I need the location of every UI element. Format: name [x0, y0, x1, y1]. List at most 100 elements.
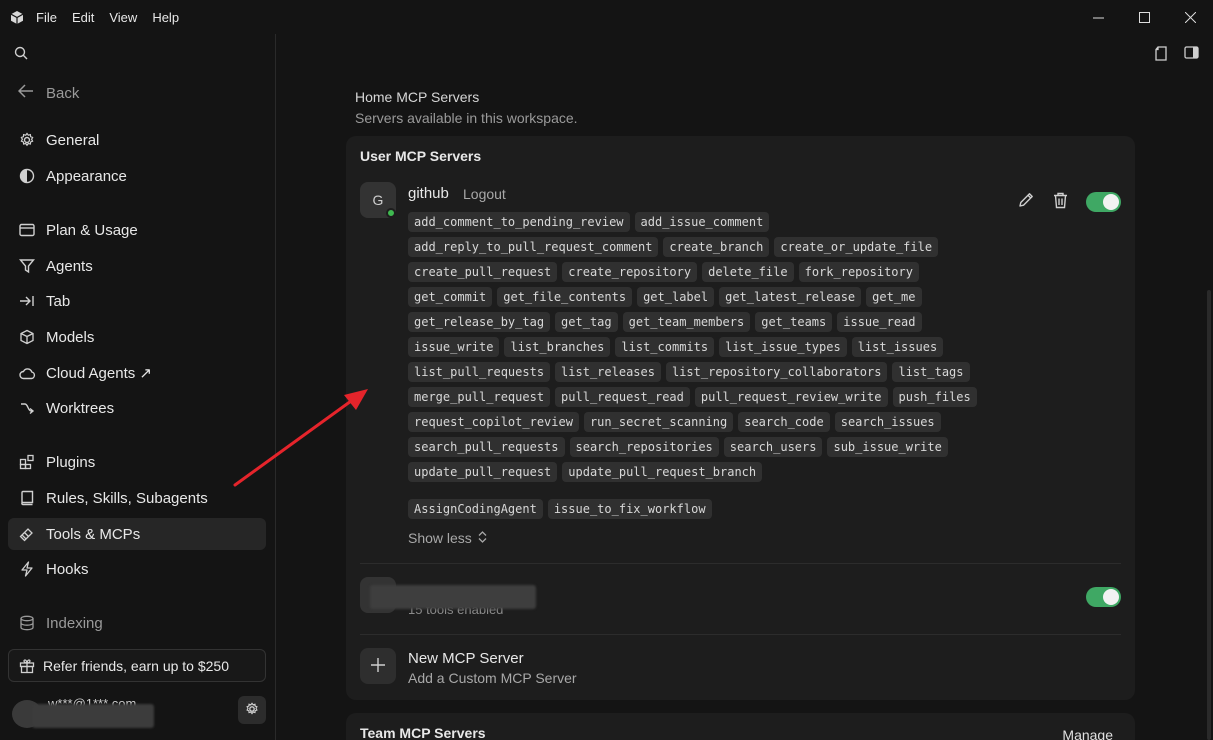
- manage-link[interactable]: Manage: [1062, 727, 1113, 740]
- add-server-button[interactable]: [360, 648, 396, 684]
- tool-chip: AssignCodingAgent: [408, 499, 543, 519]
- palette-icon: [18, 167, 36, 185]
- account-row[interactable]: w***@1***.com: [12, 696, 266, 730]
- app-logo-icon: [10, 10, 24, 24]
- server2-toggle[interactable]: [1086, 587, 1121, 607]
- scrollbar[interactable]: [1207, 290, 1211, 740]
- sidebar-item-tab[interactable]: Tab: [8, 285, 266, 317]
- sidebar-item-label: Appearance: [46, 167, 127, 185]
- sidebar-item-label: Cloud Agents ↗: [46, 365, 152, 382]
- sidebar-item-plan-usage[interactable]: Plan & Usage: [8, 214, 266, 246]
- search-icon[interactable]: [14, 46, 28, 63]
- sidebar-item-cloud-agents[interactable]: Cloud Agents ↗: [8, 357, 266, 389]
- menu-edit[interactable]: Edit: [72, 10, 106, 25]
- sidebar-item-tools-mcps[interactable]: Tools & MCPs: [8, 518, 266, 550]
- tool-chip: list_commits: [615, 337, 715, 357]
- branch-icon: [18, 399, 36, 417]
- minimize-button[interactable]: [1075, 0, 1121, 34]
- tool-chip: update_pull_request: [408, 462, 558, 482]
- tool-chip: search_repositories: [569, 437, 719, 457]
- menu-help[interactable]: Help: [152, 10, 191, 25]
- tool-chip: list_repository_collaborators: [665, 362, 888, 382]
- sidebar-item-rules-skills-subagents[interactable]: Rules, Skills, Subagents: [8, 482, 266, 514]
- tool-chip: list_branches: [504, 337, 611, 357]
- show-less-button[interactable]: Show less: [408, 530, 487, 546]
- arrow-left-icon: [17, 84, 34, 102]
- redaction-mask: [32, 704, 154, 728]
- status-online-dot: [386, 208, 396, 218]
- tool-chip: search_issues: [834, 412, 941, 432]
- divider: [360, 563, 1121, 564]
- sidebar-item-label: Plugins: [46, 453, 96, 471]
- tool-chip: get_me: [866, 287, 922, 307]
- menu-view[interactable]: View: [109, 10, 149, 25]
- refer-friends-button[interactable]: Refer friends, earn up to $250: [8, 649, 266, 682]
- sidebar-item-indexing[interactable]: Indexing: [8, 607, 266, 639]
- sidebar-item-label: Hooks: [46, 560, 89, 578]
- sidebar-item-label: Rules, Skills, Subagents: [46, 489, 208, 507]
- tool-chip: fork_repository: [798, 262, 919, 282]
- tool-chip: search_pull_requests: [408, 437, 565, 457]
- toggle-knob: [1103, 193, 1119, 210]
- server-toggle[interactable]: [1086, 191, 1121, 212]
- tool-chip: get_teams: [755, 312, 833, 332]
- new-server-subtitle: Add a Custom MCP Server: [408, 670, 577, 686]
- page-title: Home MCP Servers: [355, 89, 480, 105]
- sidebar-item-general[interactable]: General: [8, 124, 266, 156]
- menu-file[interactable]: File: [36, 10, 69, 25]
- trash-icon[interactable]: [1053, 192, 1068, 212]
- refer-label: Refer friends, earn up to $250: [43, 657, 230, 674]
- sidebar-item-label: Worktrees: [46, 399, 115, 417]
- maximize-button[interactable]: [1121, 0, 1167, 34]
- sidebar-item-agents[interactable]: Agents: [8, 250, 266, 282]
- back-button[interactable]: Back: [17, 84, 79, 102]
- gear-icon: [245, 701, 259, 719]
- sidebar-item-appearance[interactable]: Appearance: [8, 160, 266, 192]
- tool-chip: create_or_update_file: [774, 237, 939, 257]
- database-icon: [18, 614, 36, 632]
- sidebar-item-worktrees[interactable]: Worktrees: [8, 392, 266, 424]
- cube-icon: [18, 328, 36, 346]
- tools-icon: [18, 525, 36, 543]
- tool-chip: get_label: [637, 287, 715, 307]
- sidebar-item-label: Plan & Usage: [46, 221, 138, 239]
- tool-chip: issue_to_fix_workflow: [547, 499, 712, 519]
- tool-chip: get_release_by_tag: [408, 312, 551, 332]
- new-file-icon[interactable]: [1154, 46, 1168, 64]
- account-settings-button[interactable]: [238, 696, 266, 724]
- sidebar-item-plugins[interactable]: Plugins: [8, 446, 266, 478]
- tool-chip: get_commit: [408, 287, 493, 307]
- title-bar: File Edit View Help: [0, 0, 1213, 34]
- sidebar-item-hooks[interactable]: Hooks: [8, 553, 266, 585]
- tool-chip: search_users: [723, 437, 823, 457]
- tool-chip: create_repository: [562, 262, 698, 282]
- tool-chip: list_issue_types: [719, 337, 847, 357]
- tool-chip: create_pull_request: [408, 262, 558, 282]
- sidebar-item-label: Agents: [46, 257, 93, 275]
- extra-tools-list: AssignCodingAgent issue_to_fix_workflow: [408, 499, 712, 519]
- tool-chip: request_copilot_review: [408, 412, 579, 432]
- plugin-icon: [18, 453, 36, 471]
- sidebar-item-models[interactable]: Models: [8, 321, 266, 353]
- tool-chip: list_issues: [851, 337, 944, 357]
- tool-chip: get_tag: [555, 312, 618, 332]
- sidebar-item-label: General: [46, 131, 100, 149]
- new-server-title[interactable]: New MCP Server: [408, 650, 524, 667]
- gift-icon: [19, 658, 35, 674]
- tool-chip: sub_issue_write: [827, 437, 948, 457]
- funnel-icon: [18, 257, 36, 275]
- tool-chip: get_file_contents: [497, 287, 633, 307]
- pencil-icon[interactable]: [1017, 191, 1035, 212]
- tool-chip: update_pull_request_branch: [562, 462, 763, 482]
- tool-chip: list_tags: [892, 362, 970, 382]
- close-button[interactable]: [1167, 0, 1213, 34]
- tool-chip: pull_request_read: [555, 387, 690, 407]
- toggle-panel-icon[interactable]: [1184, 46, 1199, 64]
- logout-link[interactable]: Logout: [463, 186, 506, 202]
- tool-chip: get_team_members: [622, 312, 751, 332]
- tool-chip: list_pull_requests: [408, 362, 551, 382]
- tool-chip: push_files: [892, 387, 977, 407]
- tools-list: add_comment_to_pending_review add_issue_c…: [408, 212, 988, 482]
- team-mcp-heading: Team MCP Servers: [360, 725, 486, 740]
- tool-chip: create_branch: [663, 237, 770, 257]
